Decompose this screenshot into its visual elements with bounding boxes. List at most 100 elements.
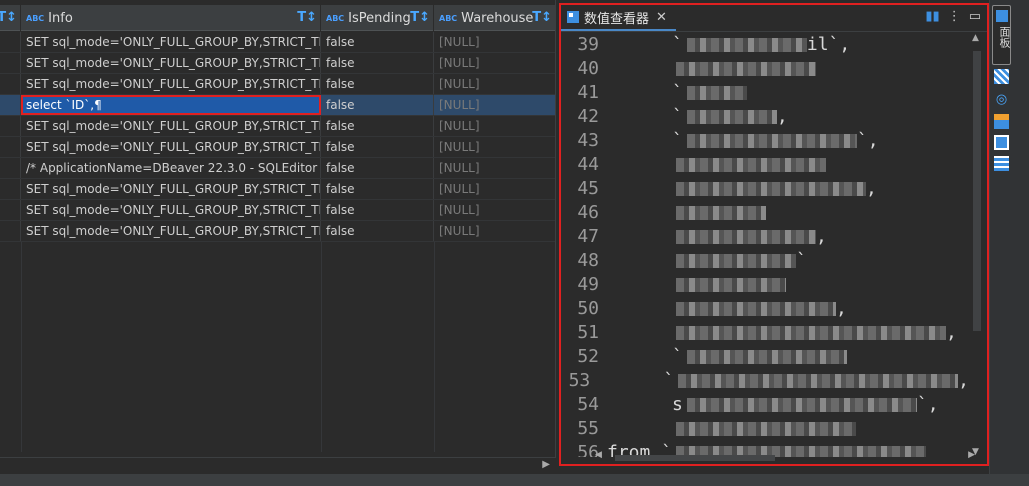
info-cell[interactable]: select `ID`,¶ xyxy=(21,95,321,115)
header-info[interactable]: ABC Info T↕ xyxy=(21,5,321,31)
warehouse-cell[interactable]: [NULL] xyxy=(434,200,555,220)
warehouse-cell[interactable]: [NULL] xyxy=(434,116,555,136)
line-number: 45 xyxy=(577,178,599,199)
code-line: 50 , xyxy=(561,297,969,321)
info-cell[interactable]: SET sql_mode='ONLY_FULL_GROUP_BY,STRICT_… xyxy=(21,116,321,136)
header-ispending[interactable]: ABC IsPending T↕ xyxy=(321,5,434,31)
code-line: 46 xyxy=(561,201,969,225)
value-text-editor[interactable]: 39 ` il`, 40 41 ` 42 `, 43 ` `, 44 45 , 46 47 ,… xyxy=(561,33,969,457)
metadata-icon[interactable] xyxy=(994,156,1009,171)
scroll-right-icon[interactable]: ▶ xyxy=(968,450,975,460)
warehouse-cell[interactable]: [NULL] xyxy=(434,221,555,241)
code-text: `, xyxy=(663,370,969,391)
content-format-icon[interactable]: ▮▮ xyxy=(925,9,939,24)
redacted-text xyxy=(676,326,947,340)
warehouse-cell[interactable]: [NULL] xyxy=(434,53,555,73)
row-number-cell[interactable] xyxy=(0,137,21,157)
ispending-cell[interactable]: false xyxy=(321,53,434,73)
table-row[interactable]: SET sql_mode='ONLY_FULL_GROUP_BY,STRICT_… xyxy=(0,53,555,74)
scroll-up-icon[interactable]: ▲ xyxy=(972,33,979,43)
close-icon[interactable]: ✕ xyxy=(656,10,667,25)
grid-view-icon[interactable] xyxy=(994,69,1009,84)
right-sidebar: 面板 ◎ xyxy=(989,0,1029,474)
code-text xyxy=(601,417,857,441)
header-row-number[interactable]: T↕ xyxy=(0,5,21,31)
row-number-cell[interactable] xyxy=(0,74,21,94)
header-warehouse[interactable]: ABC Warehouse T↕ xyxy=(434,5,555,31)
ispending-cell[interactable]: false xyxy=(321,200,434,220)
line-number: 46 xyxy=(577,202,599,223)
row-number-cell[interactable] xyxy=(0,53,21,73)
row-number-cell[interactable] xyxy=(0,158,21,178)
info-cell[interactable]: SET sql_mode='ONLY_FULL_GROUP_BY,STRICT_… xyxy=(21,221,321,241)
code-line: 44 xyxy=(561,153,969,177)
status-bar xyxy=(0,474,1029,486)
info-cell[interactable]: SET sql_mode='ONLY_FULL_GROUP_BY,STRICT_… xyxy=(21,74,321,94)
line-number: 48 xyxy=(577,250,599,271)
warehouse-cell[interactable]: [NULL] xyxy=(434,137,555,157)
more-options-icon[interactable]: ⋮ xyxy=(948,9,961,24)
row-number-cell[interactable] xyxy=(0,179,21,199)
scroll-thumb[interactable] xyxy=(973,51,981,331)
warehouse-cell[interactable]: [NULL] xyxy=(434,95,555,115)
viewer-vertical-scrollbar[interactable]: ▲ ▼ xyxy=(971,33,983,457)
row-number-cell[interactable] xyxy=(0,95,21,115)
row-number-cell[interactable] xyxy=(0,221,21,241)
ispending-cell[interactable]: false xyxy=(321,221,434,241)
row-number-cell[interactable] xyxy=(0,116,21,136)
table-row[interactable]: SET sql_mode='ONLY_FULL_GROUP_BY,STRICT_… xyxy=(0,179,555,200)
line-number: 54 xyxy=(577,394,599,415)
table-row[interactable]: SET sql_mode='ONLY_FULL_GROUP_BY,STRICT_… xyxy=(0,137,555,158)
info-cell[interactable]: SET sql_mode='ONLY_FULL_GROUP_BY,STRICT_… xyxy=(21,179,321,199)
code-text: , xyxy=(601,177,877,201)
tab-value-viewer[interactable]: 数值查看器 ✕ xyxy=(561,5,676,31)
code-line: 42 `, xyxy=(561,105,969,129)
ispending-cell[interactable]: false xyxy=(321,137,434,157)
table-row[interactable]: SET sql_mode='ONLY_FULL_GROUP_BY,STRICT_… xyxy=(0,200,555,221)
row-number-cell[interactable] xyxy=(0,200,21,220)
warehouse-cell[interactable]: [NULL] xyxy=(434,158,555,178)
table-row[interactable]: select `ID`,¶ false [NULL] xyxy=(0,95,555,116)
panels-toggle-button[interactable]: 面板 xyxy=(992,5,1011,65)
sort-filter-icon[interactable]: T↕ xyxy=(532,10,552,25)
ispending-cell[interactable]: false xyxy=(321,179,434,199)
scroll-right-icon[interactable]: ▶ xyxy=(542,459,550,470)
result-grid[interactable]: T↕ ABC Info T↕ ABC IsPending T↕ ABC Ware… xyxy=(0,0,556,458)
code-text: ` xyxy=(601,249,807,273)
warehouse-cell[interactable]: [NULL] xyxy=(434,32,555,52)
aggregate-icon[interactable] xyxy=(994,114,1009,129)
warehouse-cell[interactable]: [NULL] xyxy=(434,74,555,94)
scroll-left-icon[interactable]: ◀ xyxy=(595,450,602,460)
redacted-text xyxy=(676,182,867,196)
ispending-cell[interactable]: false xyxy=(321,95,434,115)
sort-filter-icon[interactable]: T↕ xyxy=(410,10,430,25)
row-number-cell[interactable] xyxy=(0,32,21,52)
table-row[interactable]: SET sql_mode='ONLY_FULL_GROUP_BY,STRICT_… xyxy=(0,74,555,95)
ispending-cell[interactable]: false xyxy=(321,74,434,94)
viewer-horizontal-scrollbar[interactable]: ◀ ▶ xyxy=(595,450,975,464)
warehouse-cell[interactable]: [NULL] xyxy=(434,179,555,199)
table-row[interactable]: SET sql_mode='ONLY_FULL_GROUP_BY,STRICT_… xyxy=(0,32,555,53)
ispending-cell[interactable]: false xyxy=(321,158,434,178)
line-number: 53 xyxy=(568,370,591,391)
minimize-icon[interactable]: ▭ xyxy=(969,9,981,24)
table-row[interactable]: SET sql_mode='ONLY_FULL_GROUP_BY,STRICT_… xyxy=(0,116,555,137)
info-cell[interactable]: SET sql_mode='ONLY_FULL_GROUP_BY,STRICT_… xyxy=(21,200,321,220)
sort-filter-icon[interactable]: T↕ xyxy=(0,10,17,25)
references-icon[interactable]: ◎ xyxy=(994,92,1009,107)
scroll-thumb[interactable] xyxy=(615,455,775,461)
info-cell[interactable]: SET sql_mode='ONLY_FULL_GROUP_BY,STRICT_… xyxy=(21,32,321,52)
redacted-text xyxy=(686,38,807,52)
grid-horizontal-scrollbar[interactable]: ▶ xyxy=(0,457,556,473)
value-viewer-icon[interactable] xyxy=(994,135,1009,150)
ispending-cell[interactable]: false xyxy=(321,116,434,136)
info-cell[interactable]: /* ApplicationName=DBeaver 22.3.0 - SQLE… xyxy=(21,158,321,178)
value-viewer-panel[interactable]: 数值查看器 ✕ ▮▮ ⋮ ▭ 39 ` il`, 40 41 ` 42 `, 43 ` `… xyxy=(559,3,989,466)
ispending-cell[interactable]: false xyxy=(321,32,434,52)
info-cell[interactable]: SET sql_mode='ONLY_FULL_GROUP_BY,STRICT_… xyxy=(21,53,321,73)
sort-filter-icon[interactable]: T↕ xyxy=(297,10,317,25)
table-row[interactable]: SET sql_mode='ONLY_FULL_GROUP_BY,STRICT_… xyxy=(0,221,555,242)
info-cell[interactable]: SET sql_mode='ONLY_FULL_GROUP_BY,STRICT_… xyxy=(21,137,321,157)
grid-header: T↕ ABC Info T↕ ABC IsPending T↕ ABC Ware… xyxy=(0,5,555,31)
table-row[interactable]: /* ApplicationName=DBeaver 22.3.0 - SQLE… xyxy=(0,158,555,179)
